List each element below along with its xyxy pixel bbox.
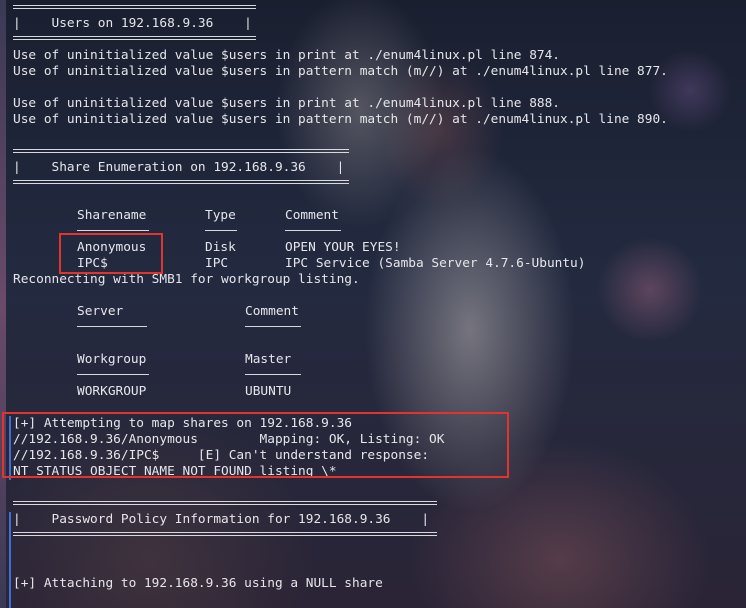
header-rule bbox=[13, 501, 437, 505]
header-rule bbox=[13, 180, 349, 184]
terminal-output[interactable]: | Users on 192.168.9.36 | Use of uniniti… bbox=[13, 0, 746, 608]
share-type: Disk bbox=[205, 240, 236, 255]
column-comment: Comment bbox=[285, 208, 339, 223]
column-sharename: Sharename bbox=[77, 208, 147, 223]
header-rule bbox=[13, 5, 256, 9]
column-workgroup: Workgroup bbox=[77, 352, 147, 367]
share-section-header: | Share Enumeration on 192.168.9.36 | bbox=[13, 160, 345, 175]
mapping-highlight-box bbox=[2, 412, 509, 478]
share-highlight-box bbox=[59, 233, 163, 274]
warning-line: Use of uninitialized value $users in pri… bbox=[13, 48, 561, 63]
warning-line: Use of uninitialized value $users in pat… bbox=[13, 112, 668, 127]
column-underline bbox=[77, 374, 149, 375]
column-underline bbox=[77, 230, 149, 231]
header-rule bbox=[13, 36, 256, 40]
password-section-header: | Password Policy Information for 192.16… bbox=[13, 512, 430, 527]
column-server: Server bbox=[77, 304, 124, 319]
warning-line: Use of uninitialized value $users in pat… bbox=[13, 64, 668, 79]
share-type: IPC bbox=[205, 256, 229, 271]
scroll-marker bbox=[9, 512, 11, 608]
attach-message: [+] Attaching to 192.168.9.36 using a NU… bbox=[13, 576, 383, 591]
reconnect-message: Reconnecting with SMB1 for workgroup lis… bbox=[13, 272, 360, 287]
master-value: UBUNTU bbox=[245, 384, 292, 399]
header-rule bbox=[13, 149, 349, 153]
workgroup-value: WORKGROUP bbox=[77, 384, 147, 399]
column-comment: Comment bbox=[245, 304, 299, 319]
users-section-header: | Users on 192.168.9.36 | bbox=[13, 16, 252, 31]
share-comment: OPEN YOUR EYES! bbox=[285, 240, 401, 255]
share-comment: IPC Service (Samba Server 4.7.6-Ubuntu) bbox=[285, 256, 586, 271]
column-master: Master bbox=[245, 352, 292, 367]
column-underline bbox=[205, 230, 237, 231]
header-rule bbox=[13, 532, 437, 536]
warning-line: Use of uninitialized value $users in pri… bbox=[13, 96, 561, 111]
column-underline bbox=[245, 374, 301, 375]
column-underline bbox=[77, 326, 147, 327]
column-type: Type bbox=[205, 208, 236, 223]
window-edge bbox=[0, 0, 6, 608]
column-underline bbox=[245, 326, 301, 327]
column-underline bbox=[285, 230, 341, 231]
